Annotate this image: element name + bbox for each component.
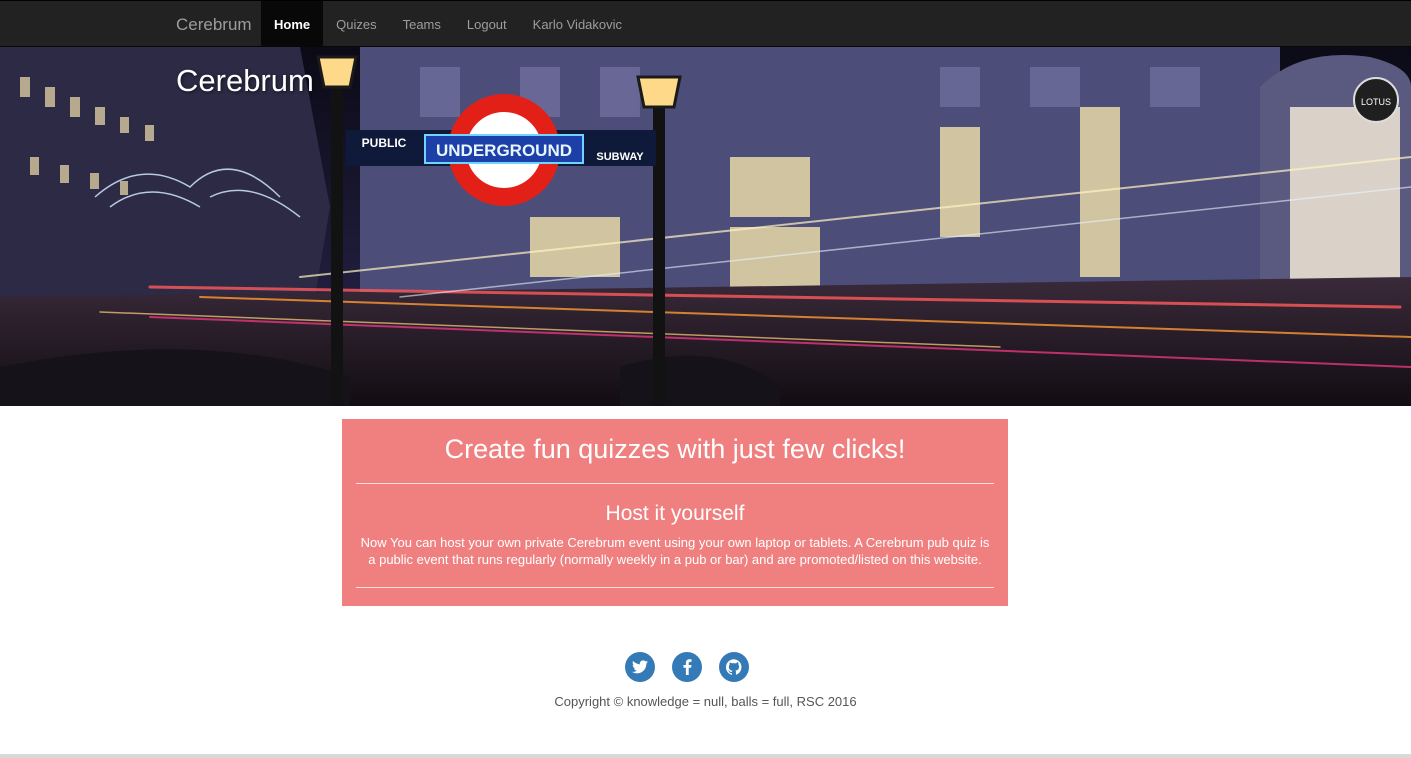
copyright-text: Copyright © knowledge = null, balls = fu…: [554, 694, 857, 709]
divider: [356, 483, 994, 484]
divider: [356, 587, 994, 588]
page-bottom-border: [0, 754, 1411, 758]
navbar: Cerebrum Home Quizes Teams Logout Karlo …: [0, 0, 1411, 47]
nav-item-home[interactable]: Home: [261, 1, 324, 47]
navbar-brand[interactable]: Cerebrum: [176, 15, 252, 35]
card-body: Now You can host your own private Cerebr…: [360, 535, 990, 567]
sign-right-text: SUBWAY: [596, 151, 644, 163]
nav-menu: Home Quizes Teams Logout Karlo Vidakovic: [261, 1, 635, 47]
lotus-logo-text: LOTUS: [1361, 97, 1391, 107]
nav-item-quizes[interactable]: Quizes: [323, 1, 389, 47]
hero-title: Cerebrum: [176, 63, 314, 98]
underground-sign-text: UNDERGROUND: [436, 141, 572, 160]
card-subtitle: Host it yourself: [605, 502, 745, 525]
card-headline: Create fun quizzes with just few clicks!: [444, 434, 906, 464]
sign-left-text: PUBLIC: [362, 136, 407, 150]
nav-item-teams[interactable]: Teams: [390, 1, 454, 47]
github-icon[interactable]: [719, 652, 749, 682]
social-links: [625, 652, 749, 682]
facebook-icon[interactable]: [672, 652, 702, 682]
nav-item-logout[interactable]: Logout: [454, 1, 520, 47]
hero-image: LOTUS UNDERGROUND PUBLIC SUBWAY: [0, 47, 1411, 406]
feature-card: Create fun quizzes with just few clicks!…: [342, 419, 1008, 606]
twitter-icon[interactable]: [625, 652, 655, 682]
nav-item-user[interactable]: Karlo Vidakovic: [520, 1, 635, 47]
hero-banner: LOTUS UNDERGROUND PUBLIC SUBWAY Cerebrum: [0, 47, 1411, 406]
